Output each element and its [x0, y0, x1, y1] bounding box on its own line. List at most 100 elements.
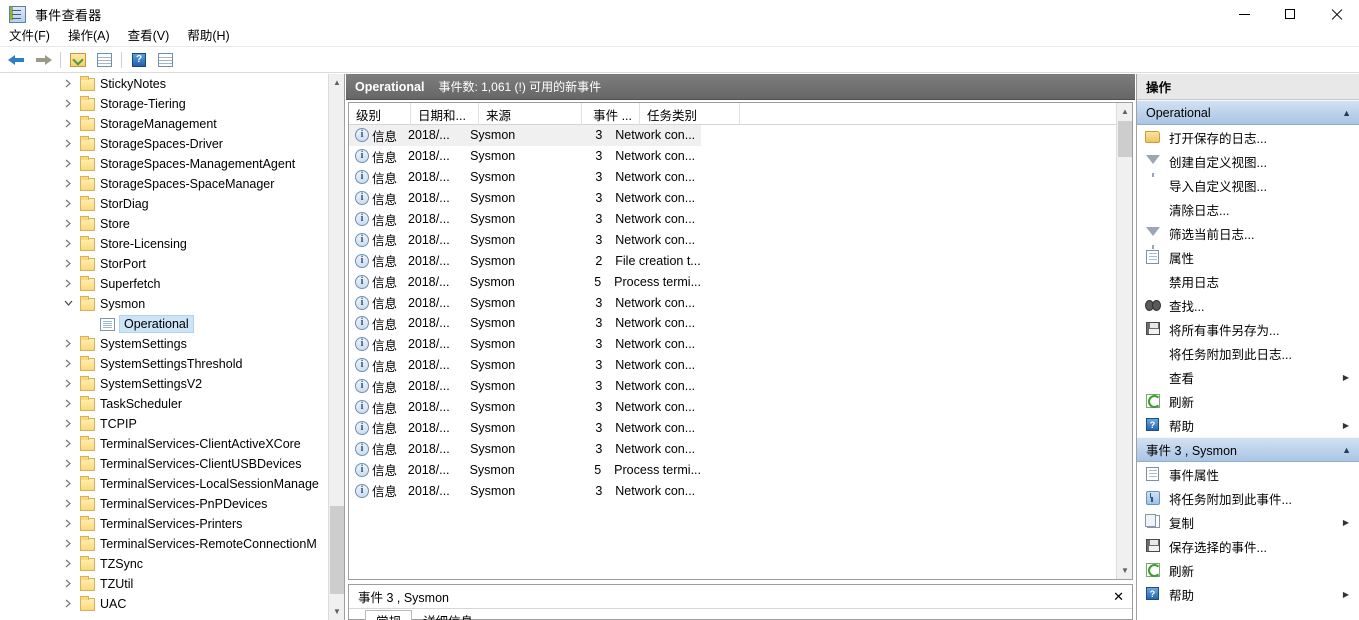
tree-item-systemsettings[interactable]: SystemSettings — [0, 334, 328, 354]
table-row[interactable]: i 信息 2018/... Sysmon 3 Network con... — [349, 417, 1132, 438]
column-header-4[interactable]: 任务类别 — [640, 103, 740, 125]
list-scroll-up-icon[interactable]: ▲ — [1117, 103, 1132, 120]
table-row[interactable]: i 信息 2018/... Sysmon 5 Process termi... — [349, 459, 1132, 480]
chevron-right-icon[interactable] — [64, 179, 74, 189]
menu-file[interactable]: 文件(F) — [0, 25, 59, 47]
table-row[interactable]: i 信息 2018/... Sysmon 3 Network con... — [349, 229, 1132, 250]
actions-section-header-1[interactable]: 事件 3 , Sysmon ▲ — [1137, 437, 1359, 462]
chevron-right-icon[interactable] — [64, 139, 74, 149]
submenu-arrow-icon[interactable]: ▶ — [1343, 373, 1349, 382]
tree-item-storagespaces-spacemanager[interactable]: StorageSpaces-SpaceManager — [0, 174, 328, 194]
tree-item-storagespaces-driver[interactable]: StorageSpaces-Driver — [0, 134, 328, 154]
show-properties-button[interactable] — [91, 49, 117, 71]
action-item-0-5[interactable]: 属性 — [1137, 245, 1359, 269]
tree-item-stickynotes[interactable]: StickyNotes — [0, 74, 328, 94]
tree-item-stordiag[interactable]: StorDiag — [0, 194, 328, 214]
chevron-right-icon[interactable] — [64, 559, 74, 569]
tree-item-store-licensing[interactable]: Store-Licensing — [0, 234, 328, 254]
tree-item-terminalservices-clientusbdevices[interactable]: TerminalServices-ClientUSBDevices — [0, 454, 328, 474]
table-row[interactable]: i 信息 2018/... Sysmon 3 Network con... — [349, 125, 1132, 146]
tree-item-superfetch[interactable]: Superfetch — [0, 274, 328, 294]
chevron-up-icon[interactable]: ▲ — [1342, 445, 1351, 455]
action-item-1-1[interactable]: 将任务附加到此事件... — [1137, 486, 1359, 510]
chevron-right-icon[interactable] — [64, 239, 74, 249]
action-item-1-2[interactable]: 复制 ▶ — [1137, 510, 1359, 534]
column-header-3[interactable]: 事件 ... — [582, 103, 640, 125]
back-button[interactable] — [4, 49, 30, 71]
tree-item-storage-tiering[interactable]: Storage-Tiering — [0, 94, 328, 114]
tree-item-storagemanagement[interactable]: StorageManagement — [0, 114, 328, 134]
table-row[interactable]: i 信息 2018/... Sysmon 3 Network con... — [349, 480, 1132, 501]
tree-item-systemsettingsv2[interactable]: SystemSettingsV2 — [0, 374, 328, 394]
chevron-right-icon[interactable] — [64, 119, 74, 129]
tree-scrollbar[interactable]: ▲ ▼ — [328, 74, 344, 620]
column-header-2[interactable]: 来源 — [479, 103, 582, 125]
action-item-0-9[interactable]: 将任务附加到此日志... — [1137, 341, 1359, 365]
menu-help[interactable]: 帮助(H) — [178, 25, 238, 47]
show-action-pane-button[interactable] — [152, 49, 178, 71]
tab-details[interactable]: 详细信息 — [412, 610, 484, 620]
chevron-right-icon[interactable] — [64, 79, 74, 89]
tree-item-tzsync[interactable]: TZSync — [0, 554, 328, 574]
action-item-0-1[interactable]: 创建自定义视图... — [1137, 149, 1359, 177]
table-row[interactable]: i 信息 2018/... Sysmon 3 Network con... — [349, 397, 1132, 418]
action-item-0-0[interactable]: 打开保存的日志... — [1137, 125, 1359, 149]
chevron-right-icon[interactable] — [64, 519, 74, 529]
table-row[interactable]: i 信息 2018/... Sysmon 3 Network con... — [349, 292, 1132, 313]
open-saved-log-button[interactable] — [65, 49, 91, 71]
chevron-right-icon[interactable] — [64, 599, 74, 609]
chevron-right-icon[interactable] — [64, 359, 74, 369]
chevron-right-icon[interactable] — [64, 339, 74, 349]
help-button[interactable]: ? — [126, 49, 152, 71]
chevron-right-icon[interactable] — [64, 219, 74, 229]
action-item-1-0[interactable]: 事件属性 — [1137, 462, 1359, 486]
action-item-1-5[interactable]: ? 帮助 ▶ — [1137, 582, 1359, 606]
close-button[interactable] — [1313, 0, 1359, 28]
table-row[interactable]: i 信息 2018/... Sysmon 3 Network con... — [349, 146, 1132, 167]
chevron-right-icon[interactable] — [64, 99, 74, 109]
chevron-right-icon[interactable] — [64, 199, 74, 209]
chevron-right-icon[interactable] — [64, 439, 74, 449]
tree-scroll-down-icon[interactable]: ▼ — [329, 603, 344, 620]
tree-item-tzutil[interactable]: TZUtil — [0, 574, 328, 594]
tree-item-operational[interactable]: Operational — [0, 314, 328, 334]
tree-item-uac[interactable]: UAC — [0, 594, 328, 614]
tree-scroll-thumb[interactable] — [330, 506, 344, 594]
tree-item-terminalservices-pnpdevices[interactable]: TerminalServices-PnPDevices — [0, 494, 328, 514]
action-item-0-4[interactable]: 筛选当前日志... — [1137, 221, 1359, 249]
chevron-right-icon[interactable] — [64, 159, 74, 169]
list-scroll-down-icon[interactable]: ▼ — [1117, 562, 1132, 579]
table-row[interactable]: i 信息 2018/... Sysmon 2 File creation t... — [349, 250, 1132, 271]
maximize-button[interactable] — [1267, 0, 1313, 28]
chevron-right-icon[interactable] — [64, 479, 74, 489]
table-row[interactable]: i 信息 2018/... Sysmon 3 Network con... — [349, 438, 1132, 459]
action-item-0-8[interactable]: 将所有事件另存为... — [1137, 317, 1359, 341]
list-scroll-thumb[interactable] — [1118, 121, 1132, 157]
table-row[interactable]: i 信息 2018/... Sysmon 3 Network con... — [349, 355, 1132, 376]
table-row[interactable]: i 信息 2018/... Sysmon 3 Network con... — [349, 209, 1132, 230]
action-item-0-10[interactable]: 查看 ▶ — [1137, 365, 1359, 389]
table-row[interactable]: i 信息 2018/... Sysmon 3 Network con... — [349, 376, 1132, 397]
table-row[interactable]: i 信息 2018/... Sysmon 3 Network con... — [349, 313, 1132, 334]
tree-item-taskscheduler[interactable]: TaskScheduler — [0, 394, 328, 414]
chevron-right-icon[interactable] — [64, 579, 74, 589]
chevron-right-icon[interactable] — [64, 419, 74, 429]
submenu-arrow-icon[interactable]: ▶ — [1343, 421, 1349, 430]
table-row[interactable]: i 信息 2018/... Sysmon 5 Process termi... — [349, 271, 1132, 292]
tab-general[interactable]: 常规 — [365, 610, 413, 620]
column-header-0[interactable]: 级别 — [349, 103, 411, 125]
tree-item-storagespaces-managementagent[interactable]: StorageSpaces-ManagementAgent — [0, 154, 328, 174]
table-row[interactable]: i 信息 2018/... Sysmon 3 Network con... — [349, 167, 1132, 188]
menu-view[interactable]: 查看(V) — [119, 25, 179, 47]
table-row[interactable]: i 信息 2018/... Sysmon 3 Network con... — [349, 334, 1132, 355]
tree-item-store[interactable]: Store — [0, 214, 328, 234]
action-item-0-11[interactable]: 刷新 — [1137, 389, 1359, 413]
event-list-scrollbar[interactable]: ▲ ▼ — [1116, 103, 1132, 579]
chevron-right-icon[interactable] — [64, 379, 74, 389]
detail-close-icon[interactable]: ✕ — [1113, 590, 1124, 603]
action-item-0-6[interactable]: 禁用日志 — [1137, 269, 1359, 293]
action-item-0-12[interactable]: ? 帮助 ▶ — [1137, 413, 1359, 437]
chevron-right-icon[interactable] — [64, 499, 74, 509]
column-header-1[interactable]: 日期和... — [411, 103, 479, 125]
tree-item-sysmon[interactable]: Sysmon — [0, 294, 328, 314]
